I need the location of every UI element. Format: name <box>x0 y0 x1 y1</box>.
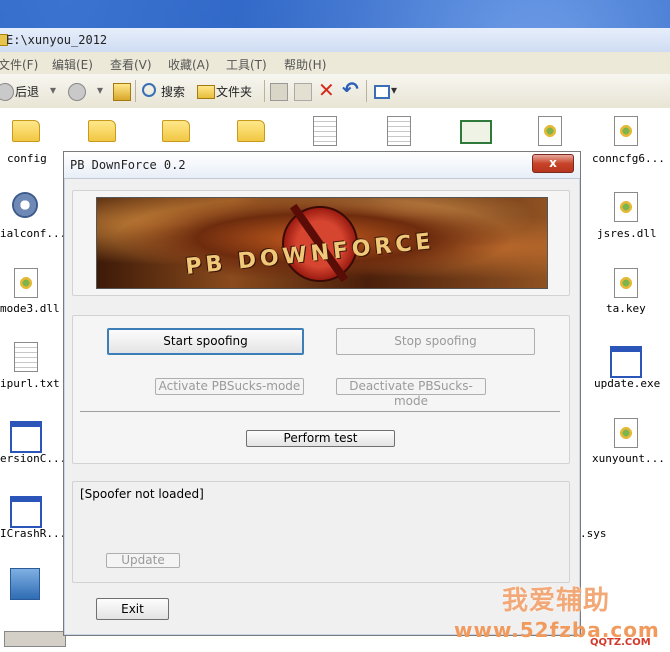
folders-button[interactable]: 文件夹 <box>216 83 252 100</box>
forward-arrow-icon[interactable] <box>68 83 86 101</box>
stop-spoofing-button[interactable]: Stop spoofing <box>336 328 535 355</box>
views-dropdown-icon[interactable]: ▾ <box>391 83 397 97</box>
search-icon[interactable] <box>142 83 156 97</box>
file-label: config <box>7 152 47 165</box>
explorer-title: E:\xunyou_2012 <box>6 33 108 47</box>
status-text: [Spoofer not loaded] <box>80 487 204 501</box>
dialog-title: PB DownForce 0.2 <box>70 158 186 172</box>
menu-favorites[interactable]: 收藏(A) <box>168 56 210 73</box>
exe-file-icon[interactable] <box>610 346 642 378</box>
back-dropdown-icon[interactable]: ▾ <box>50 83 56 97</box>
undo-icon[interactable]: ↶ <box>342 77 359 101</box>
toolbar-separator <box>366 80 367 102</box>
folder-icon[interactable] <box>12 120 40 142</box>
close-button[interactable]: x <box>532 154 574 173</box>
toolbar-separator <box>264 80 265 102</box>
dialog-title-bar[interactable]: PB DownForce 0.2 x <box>64 152 580 179</box>
folder-icon[interactable] <box>237 120 265 142</box>
config-file-icon[interactable] <box>614 116 638 146</box>
dll-file-icon[interactable] <box>14 268 38 298</box>
text-file-icon[interactable] <box>313 116 337 146</box>
exit-button[interactable]: Exit <box>96 598 169 620</box>
search-button[interactable]: 搜索 <box>161 83 185 100</box>
toolbar-separator <box>135 80 136 102</box>
folder-icon[interactable] <box>88 120 116 142</box>
file-label: xunyount... <box>592 452 665 465</box>
horizontal-scrollbar[interactable] <box>4 631 66 647</box>
file-label: ialconf... <box>0 227 67 240</box>
delete-icon[interactable]: ✕ <box>318 78 335 102</box>
menu-tools[interactable]: 工具(T) <box>226 56 267 73</box>
file-label: mode3.dll <box>0 302 60 315</box>
settings-gear-icon[interactable] <box>12 192 38 218</box>
perform-test-button[interactable]: Perform test <box>246 430 395 447</box>
forward-dropdown-icon[interactable]: ▾ <box>97 83 103 97</box>
back-arrow-icon[interactable] <box>0 83 14 101</box>
file-label: ICrashR... <box>0 527 67 540</box>
menu-file[interactable]: 文件(F) <box>0 56 38 73</box>
activate-pbsucks-button[interactable]: Activate PBSucks-mode <box>155 378 304 395</box>
file-label: ersionC... <box>0 452 67 465</box>
explorer-title-bar: E:\xunyou_2012 <box>0 28 670 53</box>
deactivate-pbsucks-button[interactable]: Deactivate PBSucks-mode <box>336 378 486 408</box>
config-file-icon[interactable] <box>538 116 562 146</box>
pb-downforce-dialog: PB DownForce 0.2 x PB DOWNFORCE Start sp… <box>63 151 581 636</box>
key-file-icon[interactable] <box>614 268 638 298</box>
exe-file-icon[interactable] <box>10 421 42 453</box>
dll-file-icon[interactable] <box>614 418 638 448</box>
watermark-badge: QQTZ.COM <box>588 637 653 648</box>
up-folder-icon[interactable] <box>113 83 131 101</box>
folders-icon[interactable] <box>197 85 215 99</box>
watermark-text: 我爱辅助 <box>502 586 611 616</box>
views-icon[interactable] <box>374 85 390 99</box>
move-to-icon[interactable] <box>270 83 288 101</box>
controls-divider <box>80 411 560 412</box>
file-label: ipurl.txt <box>0 377 60 390</box>
media-file-icon[interactable] <box>10 568 40 600</box>
file-label: conncfg6... <box>592 152 665 165</box>
menu-edit[interactable]: 编辑(E) <box>52 56 93 73</box>
exe-file-icon[interactable] <box>10 496 42 528</box>
copy-to-icon[interactable] <box>294 83 312 101</box>
text-file-icon[interactable] <box>14 342 38 372</box>
dll-file-icon[interactable] <box>614 192 638 222</box>
banner-image: PB DOWNFORCE <box>96 197 548 289</box>
explorer-menu-bar: 文件(F) 编辑(E) 查看(V) 收藏(A) 工具(T) 帮助(H) <box>0 52 670 75</box>
file-label: update.exe <box>594 377 661 390</box>
text-file-icon[interactable] <box>387 116 411 146</box>
back-button[interactable]: 后退 <box>15 83 39 100</box>
file-label: .sys <box>580 527 607 540</box>
file-label: ta.key <box>606 302 646 315</box>
menu-view[interactable]: 查看(V) <box>110 56 152 73</box>
explorer-toolbar: 后退 ▾ ▾ 搜索 文件夹 ✕ ↶ ▾ <box>0 74 670 109</box>
folder-icon[interactable] <box>162 120 190 142</box>
start-spoofing-button[interactable]: Start spoofing <box>107 328 304 355</box>
certificate-icon[interactable] <box>460 120 492 144</box>
update-button[interactable]: Update <box>106 553 180 568</box>
menu-help[interactable]: 帮助(H) <box>284 56 326 73</box>
file-label: jsres.dll <box>597 227 657 240</box>
